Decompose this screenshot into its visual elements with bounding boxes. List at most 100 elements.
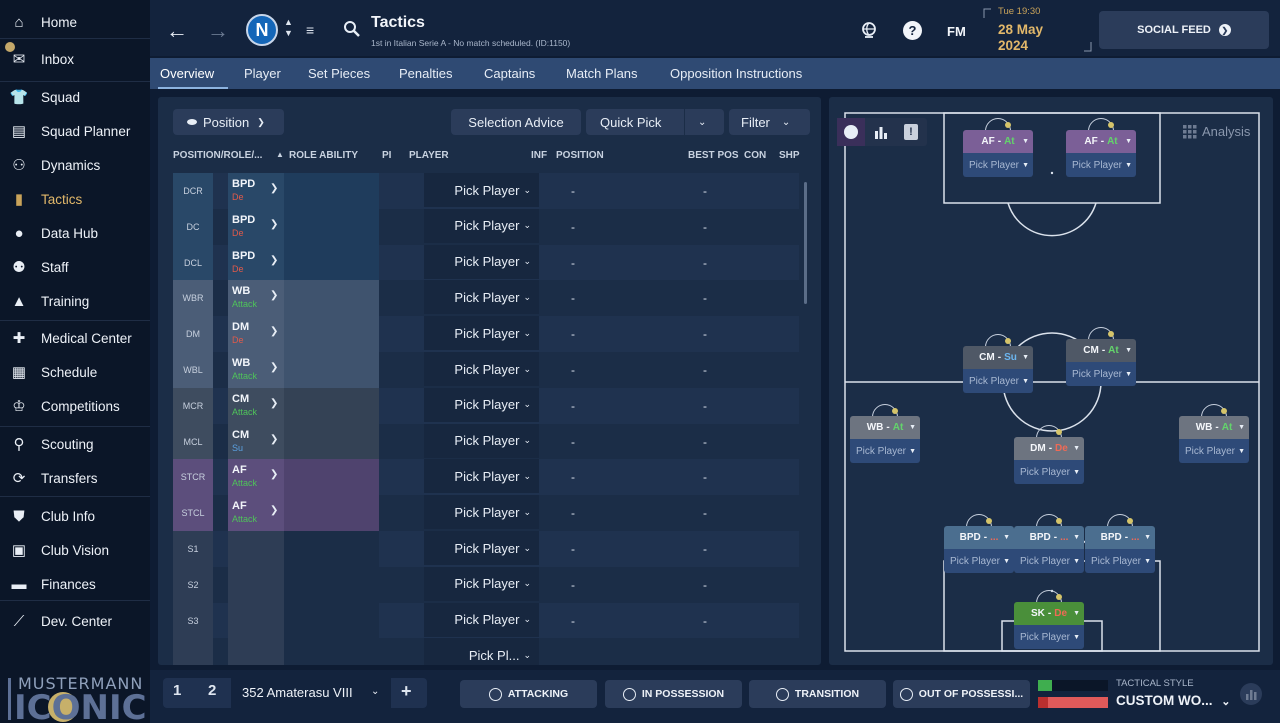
chevron-down-icon[interactable]: ❯ (270, 290, 278, 301)
role-cell[interactable]: AF Attack ❯ (228, 459, 284, 496)
pick-player-dropdown[interactable]: Pick Player ⌄ (424, 316, 539, 351)
role-duty-dropdown[interactable]: WB - At ▼ (1179, 416, 1249, 439)
position-dropdown[interactable]: Position ❯ (173, 109, 284, 135)
role-duty-dropdown[interactable]: BPD -... ▼ (1085, 526, 1155, 549)
pick-player-dropdown[interactable]: Pick Player ⌄ (424, 173, 539, 207)
filter-dropdown[interactable]: Filter ⌄ (729, 109, 810, 135)
column-header[interactable]: INF (531, 150, 547, 161)
sidebar-item-club-info[interactable]: ⛊ Club Info (0, 500, 150, 532)
alert-card-icon[interactable]: ! (897, 118, 925, 146)
tab-opposition-instructions[interactable]: Opposition Instructions (670, 66, 802, 81)
role-duty-dropdown[interactable]: CM - At ▼ (1066, 339, 1136, 362)
role-duty-dropdown[interactable]: CM - Su ▼ (963, 346, 1033, 369)
role-duty-dropdown[interactable]: AF - At ▼ (1066, 130, 1136, 153)
table-row[interactable]: S3 Pick Player ⌄ - - (173, 602, 799, 639)
tab-captains[interactable]: Captains (484, 66, 535, 81)
pick-player-dropdown[interactable]: Pick Player ▼ (1066, 362, 1136, 386)
add-tactic-button[interactable]: + (401, 681, 412, 702)
table-row[interactable]: STCR AF Attack ❯ Pick Player ⌄ - - (173, 459, 799, 496)
role-duty-dropdown[interactable]: BPD -... ▼ (1014, 526, 1084, 549)
selection-advice-button[interactable]: Selection Advice (451, 109, 581, 135)
sidebar-item-dynamics[interactable]: ⚇ Dynamics (0, 149, 150, 181)
table-row[interactable]: DCL BPD De ❯ Pick Player ⌄ - - (173, 244, 799, 281)
role-cell[interactable]: DM De ❯ (228, 316, 284, 353)
sidebar-item-staff[interactable]: ⚉ Staff (0, 251, 150, 283)
column-header[interactable]: ROLE ABILITY (289, 150, 358, 161)
chevron-down-icon[interactable]: ❯ (270, 219, 278, 230)
pick-player-dropdown[interactable]: Pick Player ⌄ (424, 387, 539, 422)
table-row[interactable]: WBL WB Attack ❯ Pick Player ⌄ - - (173, 352, 799, 388)
column-header[interactable]: PLAYER (409, 150, 449, 161)
tactic-slot-1[interactable]: 1 (173, 682, 181, 699)
tactic-slot-2[interactable]: 2 (208, 682, 216, 699)
sidebar-item-data-hub[interactable]: ● Data Hub (0, 217, 150, 249)
menu-icon[interactable]: ≡ (306, 22, 314, 38)
pick-player-dropdown[interactable]: Pick Player ⌄ (424, 566, 539, 601)
back-arrow-icon[interactable]: ← (166, 18, 188, 44)
tab-penalties[interactable]: Penalties (399, 66, 452, 81)
role-cell[interactable]: WB Attack ❯ (228, 280, 284, 317)
role-duty-dropdown[interactable]: WB - At ▼ (850, 416, 920, 439)
sidebar-item-finances[interactable]: ▬ Finances (0, 568, 150, 600)
forward-arrow-icon[interactable]: → (207, 18, 229, 44)
chevron-down-icon[interactable]: ❯ (270, 326, 278, 337)
pick-player-dropdown[interactable]: Pick Player ▼ (850, 439, 920, 463)
pick-player-dropdown[interactable]: Pick Player ▼ (1179, 439, 1249, 463)
pick-player-dropdown[interactable]: Pick Player ▼ (963, 153, 1033, 177)
role-cell[interactable]: BPD De ❯ (228, 244, 284, 281)
sidebar-item-inbox[interactable]: ✉ Inbox (0, 43, 150, 75)
scrollbar[interactable] (804, 182, 807, 304)
pick-player-dropdown[interactable]: Pick Player ▼ (1014, 460, 1084, 484)
sidebar-item-transfers[interactable]: ⟳ Transfers (0, 462, 150, 494)
pick-player-dropdown[interactable]: Pick Player ▼ (1066, 153, 1136, 177)
player-slot-card[interactable]: BPD -... ▼ Pick Player ▼ (1085, 508, 1155, 574)
table-row[interactable]: S1 Pick Player ⌄ - - (173, 531, 799, 567)
pick-player-dropdown[interactable]: Pick Player ▼ (963, 369, 1033, 393)
player-slot-card[interactable]: WB - At ▼ Pick Player ▼ (1179, 398, 1249, 464)
bar-chart-icon[interactable] (867, 118, 895, 146)
phase-button-2[interactable]: IN POSSESSION (605, 680, 742, 708)
role-cell[interactable] (228, 531, 284, 567)
sidebar-item-club-vision[interactable]: ▣ Club Vision (0, 534, 150, 566)
role-cell[interactable]: CM Su ❯ (228, 423, 284, 460)
tab-set-pieces[interactable]: Set Pieces (308, 66, 370, 81)
tab-overview[interactable]: Overview (160, 66, 214, 81)
player-slot-card[interactable]: DM - De ▼ Pick Player ▼ (1014, 419, 1084, 485)
role-duty-dropdown[interactable]: BPD -... ▼ (944, 526, 1014, 549)
social-feed-button[interactable]: SOCIAL FEED ❯ (1099, 11, 1269, 49)
player-slot-card[interactable]: CM - At ▼ Pick Player ▼ (1066, 321, 1136, 387)
column-header[interactable]: POSITION/ROLE/... (173, 150, 262, 161)
pick-player-dropdown[interactable]: Pick Player ⌄ (424, 352, 539, 386)
sort-arrow-icon[interactable]: ▲ (276, 150, 284, 159)
pick-player-dropdown[interactable]: Pick Player ▼ (1014, 549, 1084, 573)
role-cell[interactable] (228, 638, 284, 665)
role-cell[interactable] (228, 602, 284, 639)
chart-icon[interactable] (1240, 683, 1262, 705)
sidebar-item-competitions[interactable]: ♔ Competitions (0, 390, 150, 422)
sidebar-item-medical-center[interactable]: ✚ Medical Center (0, 322, 150, 354)
phase-button-3[interactable]: TRANSITION (749, 680, 886, 708)
sidebar-item-schedule[interactable]: ▦ Schedule (0, 356, 150, 388)
table-row[interactable]: S2 Pick Player ⌄ - - (173, 566, 799, 603)
player-slot-card[interactable]: CM - Su ▼ Pick Player ▼ (963, 328, 1033, 394)
pick-player-dropdown[interactable]: Pick Player ▼ (1014, 625, 1084, 649)
column-header[interactable]: BEST POS (688, 150, 739, 161)
chevron-down-icon[interactable]: ❯ (270, 469, 278, 480)
table-row[interactable]: MCL CM Su ❯ Pick Player ⌄ - - (173, 423, 799, 460)
role-cell[interactable]: BPD De ❯ (228, 208, 284, 245)
sidebar-item-scouting[interactable]: ⚲ Scouting (0, 428, 150, 460)
chevron-down-icon[interactable]: ❯ (270, 505, 278, 516)
tab-match-plans[interactable]: Match Plans (566, 66, 638, 81)
role-cell[interactable]: BPD De ❯ (228, 173, 284, 209)
sidebar-item-training[interactable]: ▲ Training (0, 285, 150, 317)
chevron-down-icon[interactable]: ❯ (270, 362, 278, 373)
role-cell[interactable]: CM Attack ❯ (228, 387, 284, 424)
player-slot-card[interactable]: AF - At ▼ Pick Player ▼ (1066, 112, 1136, 178)
pick-player-dropdown[interactable]: Pick Player ⌄ (424, 208, 539, 243)
pick-player-dropdown[interactable]: Pick Player ▼ (944, 549, 1014, 573)
player-slot-card[interactable]: SK - De ▼ Pick Player ▼ (1014, 584, 1084, 650)
club-badge[interactable]: N (246, 14, 278, 46)
table-row[interactable]: MCR CM Attack ❯ Pick Player ⌄ - - (173, 387, 799, 424)
pick-player-dropdown[interactable]: Pick Player ▼ (1085, 549, 1155, 573)
column-header[interactable]: SHP (779, 150, 800, 161)
